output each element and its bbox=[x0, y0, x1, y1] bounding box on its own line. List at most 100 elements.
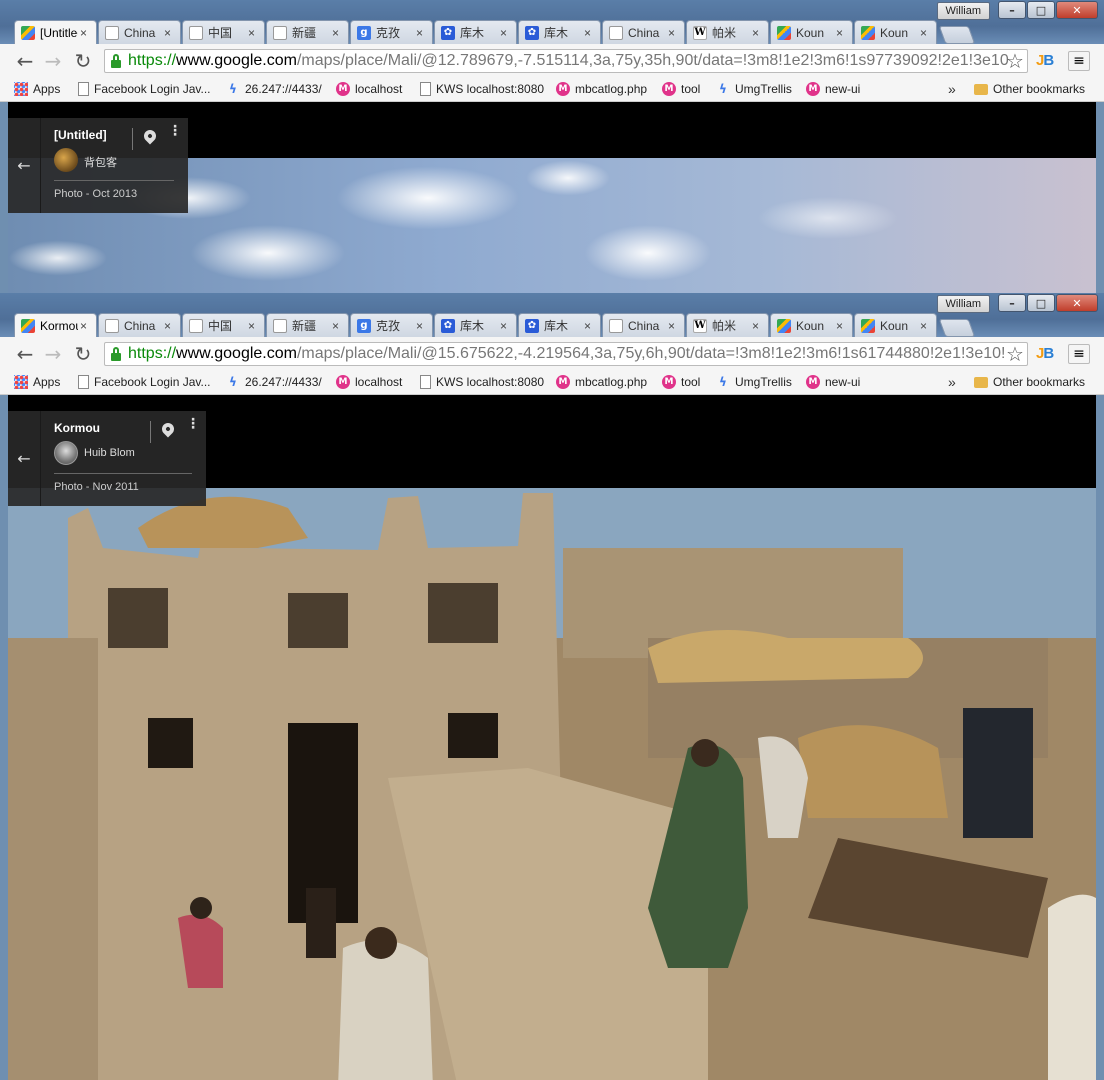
tab-3[interactable]: 新疆 × bbox=[266, 20, 349, 44]
photo-author[interactable]: Huib Blom bbox=[84, 447, 135, 459]
tab-0[interactable]: [Untitled]× bbox=[14, 20, 97, 45]
jetbrains-extension-icon[interactable]: JB bbox=[1036, 52, 1058, 70]
maximize-button[interactable]: □ bbox=[1027, 294, 1055, 312]
address-bar[interactable]: https://www.google.com/maps/place/Mali/@… bbox=[104, 49, 1028, 73]
tab-1[interactable]: China × bbox=[98, 313, 181, 337]
bookmark-item[interactable]: ϟ UmgTrellis bbox=[716, 82, 792, 96]
tab-9[interactable]: Koun × bbox=[770, 313, 853, 337]
maps-photo-viewer[interactable]: ← Kormou ⋮ Huib Blom Photo - Nov 2011 bbox=[8, 395, 1096, 1080]
other-bookmarks-folder[interactable]: Other bookmarks bbox=[974, 82, 1085, 96]
bookmark-item[interactable]: ϟ 26.247://4433/ bbox=[226, 82, 322, 96]
tab-close-icon[interactable]: × bbox=[668, 26, 678, 40]
bookmark-item[interactable]: ϟ UmgTrellis bbox=[716, 375, 792, 389]
bookmark-item[interactable]: KWS localhost:8080 bbox=[420, 375, 544, 389]
tab-close-icon[interactable]: × bbox=[248, 319, 258, 333]
bookmarks-overflow-button[interactable]: » bbox=[948, 374, 956, 390]
tab-close-icon[interactable]: × bbox=[836, 26, 846, 40]
tab-close-icon[interactable]: × bbox=[332, 319, 342, 333]
tab-6[interactable]: ✿ 库木 × bbox=[518, 313, 601, 337]
bookmark-item[interactable]: KWS localhost:8080 bbox=[420, 82, 544, 96]
tab-close-icon[interactable]: × bbox=[668, 319, 678, 333]
tab-close-icon[interactable]: × bbox=[584, 26, 594, 40]
tab-close-icon[interactable]: × bbox=[584, 319, 594, 333]
chrome-menu-button[interactable]: ≡ bbox=[1068, 51, 1090, 71]
bookmark-item[interactable]: Mnew-ui bbox=[806, 375, 860, 389]
other-bookmarks-folder[interactable]: Other bookmarks bbox=[974, 375, 1085, 389]
tab-4[interactable]: g 克孜 × bbox=[350, 313, 433, 337]
back-arrow-icon[interactable]: ← bbox=[8, 118, 41, 213]
location-pin-icon[interactable] bbox=[159, 420, 177, 438]
bookmark-item[interactable]: Apps bbox=[14, 375, 60, 389]
bookmark-item[interactable]: Mlocalhost bbox=[336, 82, 402, 96]
tab-close-icon[interactable]: × bbox=[416, 319, 426, 333]
tab-8[interactable]: W 帕米 × bbox=[686, 313, 769, 337]
tab-close-icon[interactable]: × bbox=[332, 26, 342, 40]
tab-6[interactable]: ✿ 库木 × bbox=[518, 20, 601, 44]
tab-close-icon[interactable]: × bbox=[80, 26, 90, 40]
tab-close-icon[interactable]: × bbox=[500, 26, 510, 40]
back-button[interactable]: ← bbox=[14, 49, 36, 73]
tab-close-icon[interactable]: × bbox=[920, 26, 930, 40]
tab-close-icon[interactable]: × bbox=[836, 319, 846, 333]
chrome-menu-button[interactable]: ≡ bbox=[1068, 344, 1090, 364]
tab-9[interactable]: Koun × bbox=[770, 20, 853, 44]
tab-close-icon[interactable]: × bbox=[248, 26, 258, 40]
tab-1[interactable]: China × bbox=[98, 20, 181, 44]
bookmark-item[interactable]: Apps bbox=[14, 82, 60, 96]
tab-0[interactable]: Kormou × bbox=[14, 313, 97, 338]
tab-2[interactable]: 中国 × bbox=[182, 20, 265, 44]
user-profile-button[interactable]: William bbox=[936, 295, 990, 313]
reload-button[interactable]: ↻ bbox=[72, 342, 94, 366]
new-tab-button[interactable] bbox=[938, 26, 976, 44]
bookmark-star-icon[interactable]: ☆ bbox=[1004, 49, 1026, 73]
photo-author[interactable]: 背包客 bbox=[84, 154, 117, 170]
tab-7[interactable]: China × bbox=[602, 20, 685, 44]
more-options-icon[interactable]: ⋮ bbox=[168, 124, 182, 138]
minimize-button[interactable]: – bbox=[998, 294, 1026, 312]
bookmark-item[interactable]: Facebook Login Jav... bbox=[78, 82, 211, 96]
author-avatar[interactable] bbox=[54, 441, 78, 465]
bookmark-item[interactable]: Mtool bbox=[662, 82, 700, 96]
tab-3[interactable]: 新疆 × bbox=[266, 313, 349, 337]
back-arrow-icon[interactable]: ← bbox=[8, 411, 41, 506]
tab-close-icon[interactable]: × bbox=[416, 26, 426, 40]
maximize-button[interactable]: □ bbox=[1027, 1, 1055, 19]
tab-5[interactable]: ✿ 库木 × bbox=[434, 313, 517, 337]
tab-close-icon[interactable]: × bbox=[500, 319, 510, 333]
bookmark-item[interactable]: Mmbcatlog.php bbox=[556, 375, 647, 389]
close-window-button[interactable]: ✕ bbox=[1056, 1, 1098, 19]
maps-photo-viewer[interactable]: ← [Untitled] ⋮ 背包客 Photo - Oct 2013 bbox=[8, 102, 1096, 293]
tab-close-icon[interactable]: × bbox=[80, 319, 90, 333]
bookmarks-overflow-button[interactable]: » bbox=[948, 81, 956, 97]
tab-close-icon[interactable]: × bbox=[920, 319, 930, 333]
tab-4[interactable]: g 克孜 × bbox=[350, 20, 433, 44]
address-bar[interactable]: https://www.google.com/maps/place/Mali/@… bbox=[104, 342, 1028, 366]
back-button[interactable]: ← bbox=[14, 342, 36, 366]
forward-button[interactable]: → bbox=[42, 342, 64, 366]
tab-5[interactable]: ✿ 库木 × bbox=[434, 20, 517, 44]
author-avatar[interactable] bbox=[54, 148, 78, 172]
kormou-village-photo[interactable] bbox=[8, 488, 1096, 1080]
more-options-icon[interactable]: ⋮ bbox=[186, 417, 200, 431]
bookmark-item[interactable]: Mtool bbox=[662, 375, 700, 389]
bookmark-star-icon[interactable]: ☆ bbox=[1004, 342, 1026, 366]
tab-10[interactable]: Koun × bbox=[854, 20, 937, 44]
tab-10[interactable]: Koun × bbox=[854, 313, 937, 337]
tab-close-icon[interactable]: × bbox=[752, 26, 762, 40]
location-pin-icon[interactable] bbox=[141, 127, 159, 145]
bookmark-item[interactable]: Mlocalhost bbox=[336, 375, 402, 389]
reload-button[interactable]: ↻ bbox=[72, 49, 94, 73]
tab-close-icon[interactable]: × bbox=[752, 319, 762, 333]
jetbrains-extension-icon[interactable]: JB bbox=[1036, 345, 1058, 363]
close-window-button[interactable]: ✕ bbox=[1056, 294, 1098, 312]
new-tab-button[interactable] bbox=[938, 319, 976, 337]
minimize-button[interactable]: – bbox=[998, 1, 1026, 19]
user-profile-button[interactable]: William bbox=[936, 2, 990, 20]
tab-close-icon[interactable]: × bbox=[164, 319, 174, 333]
bookmark-item[interactable]: Mnew-ui bbox=[806, 82, 860, 96]
tab-7[interactable]: China × bbox=[602, 313, 685, 337]
bookmark-item[interactable]: Mmbcatlog.php bbox=[556, 82, 647, 96]
bookmark-item[interactable]: Facebook Login Jav... bbox=[78, 375, 211, 389]
bookmark-item[interactable]: ϟ 26.247://4433/ bbox=[226, 375, 322, 389]
tab-close-icon[interactable]: × bbox=[164, 26, 174, 40]
